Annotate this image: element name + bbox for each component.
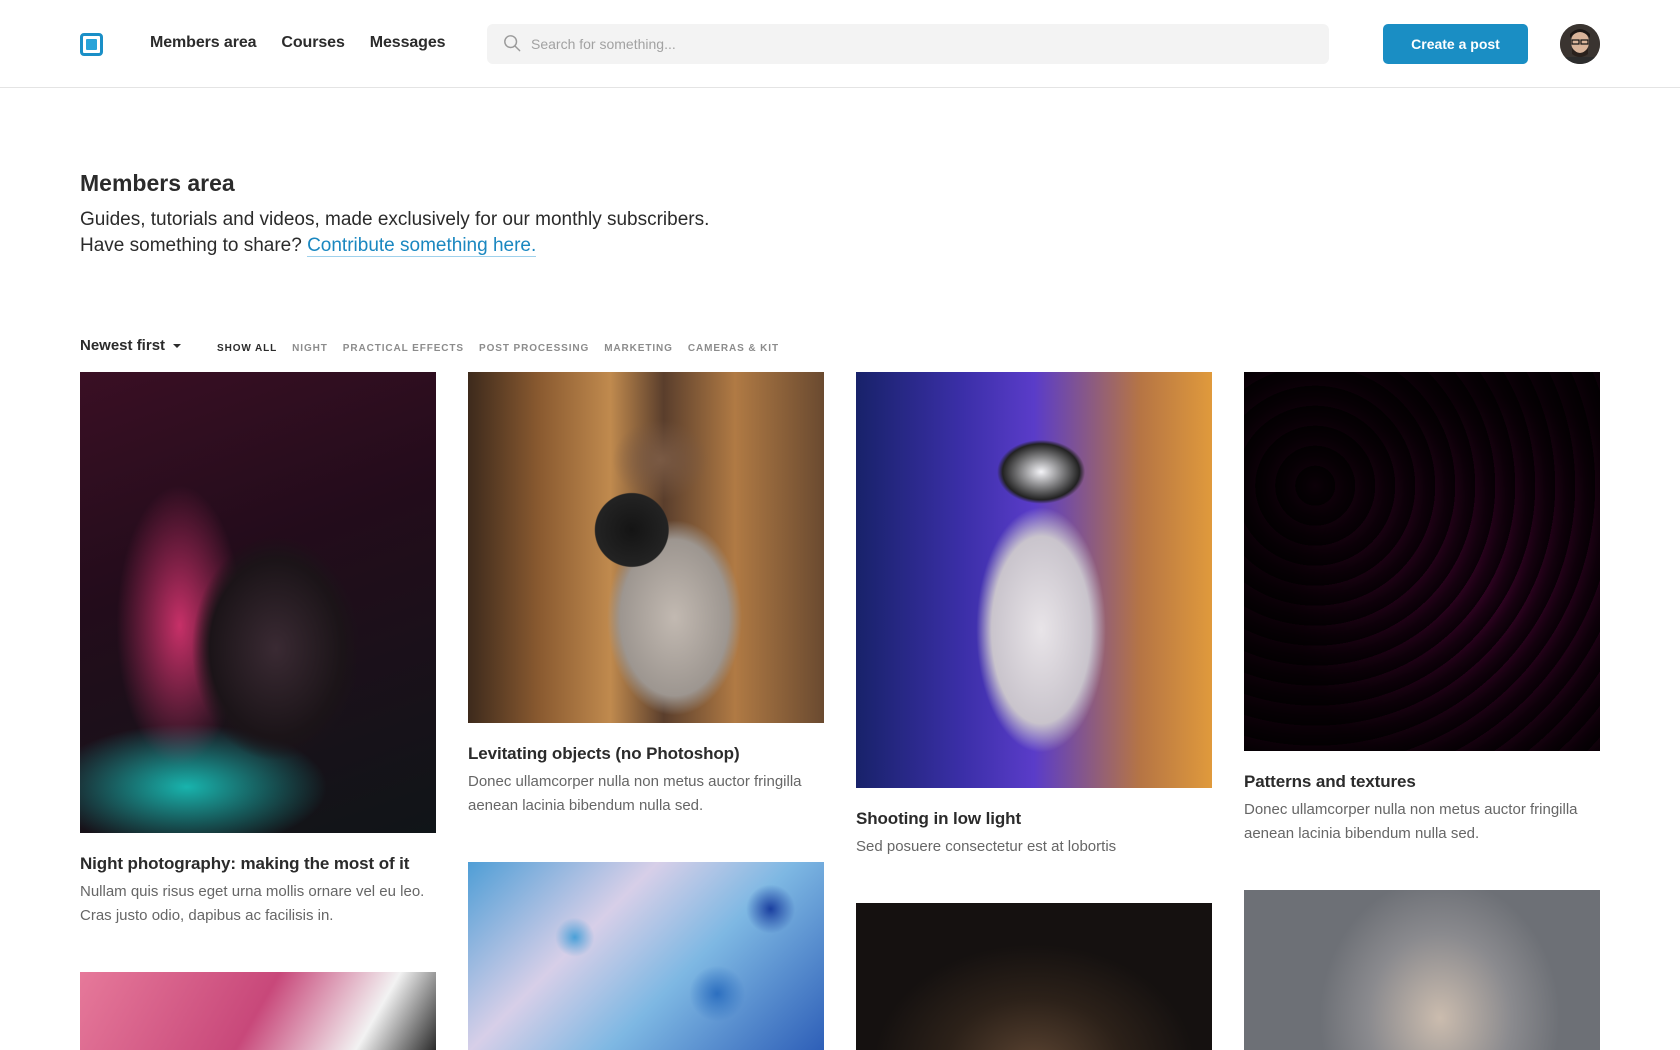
nav-members-area[interactable]: Members area <box>150 34 257 52</box>
sort-label: Newest first <box>80 337 166 354</box>
intro-line-2: Have something to share? Contribute some… <box>80 233 880 259</box>
post-image[interactable] <box>856 903 1212 1050</box>
post-description: Donec ullamcorper nulla non metus auctor… <box>468 773 802 814</box>
search-box[interactable] <box>487 24 1329 64</box>
create-post-button[interactable]: Create a post <box>1383 24 1528 64</box>
post-image[interactable] <box>468 372 824 723</box>
post-title[interactable]: Levitating objects (no Photoshop) <box>468 744 824 764</box>
post-card[interactable]: Patterns and textures Donec ullamcorper … <box>1244 372 1600 846</box>
top-header: Members area Courses Messages Create a p… <box>0 0 1680 88</box>
post-description: Nullam quis risus eget urna mollis ornar… <box>80 883 425 924</box>
post-image[interactable] <box>1244 890 1600 1050</box>
post-image[interactable] <box>1244 372 1600 751</box>
post-card[interactable] <box>1244 890 1600 1050</box>
filter-night[interactable]: NIGHT <box>292 343 328 354</box>
post-title[interactable]: Patterns and textures <box>1244 772 1600 792</box>
post-title[interactable]: Shooting in low light <box>856 809 1212 829</box>
app-logo-icon[interactable] <box>80 33 103 56</box>
post-description: Sed posuere consectetur est at lobortis <box>856 838 1117 855</box>
post-card[interactable]: Levitating objects (no Photoshop) Donec … <box>468 372 824 818</box>
filter-post-processing[interactable]: POST PROCESSING <box>479 343 589 354</box>
search-icon <box>504 35 521 52</box>
post-image[interactable] <box>856 372 1212 788</box>
filter-cameras-kit[interactable]: CAMERAS & KIT <box>688 343 779 354</box>
tag-filters: SHOW ALL NIGHT PRACTICAL EFFECTS POST PR… <box>217 343 779 354</box>
nav-messages[interactable]: Messages <box>370 34 446 52</box>
post-card[interactable]: Night photography: making the most of it… <box>80 372 436 928</box>
page-title: Members area <box>80 170 235 196</box>
post-title[interactable]: Night photography: making the most of it <box>80 854 436 874</box>
post-image[interactable] <box>468 862 824 1050</box>
post-card[interactable] <box>80 972 436 1050</box>
post-description: Donec ullamcorper nulla non metus auctor… <box>1244 801 1578 842</box>
post-image[interactable] <box>80 972 436 1050</box>
user-avatar[interactable] <box>1560 24 1600 64</box>
post-card[interactable] <box>468 862 824 1050</box>
intro-line-1: Guides, tutorials and videos, made exclu… <box>80 209 710 230</box>
caret-down-icon <box>173 344 182 348</box>
sort-dropdown[interactable]: Newest first <box>80 337 182 354</box>
contribute-link[interactable]: Contribute something here. <box>307 235 537 257</box>
main-nav: Members area Courses Messages <box>150 34 446 52</box>
intro-text: Guides, tutorials and videos, made exclu… <box>80 207 880 259</box>
filter-practical-effects[interactable]: PRACTICAL EFFECTS <box>343 343 464 354</box>
post-card[interactable] <box>856 903 1212 1050</box>
filter-show-all[interactable]: SHOW ALL <box>217 343 277 354</box>
filter-marketing[interactable]: MARKETING <box>604 343 673 354</box>
avatar-image <box>1560 24 1600 64</box>
search-input[interactable] <box>531 24 1311 64</box>
post-card[interactable]: Shooting in low light Sed posuere consec… <box>856 372 1212 859</box>
intro-share-text: Have something to share? <box>80 235 302 256</box>
post-image[interactable] <box>80 372 436 833</box>
nav-courses[interactable]: Courses <box>281 34 344 52</box>
